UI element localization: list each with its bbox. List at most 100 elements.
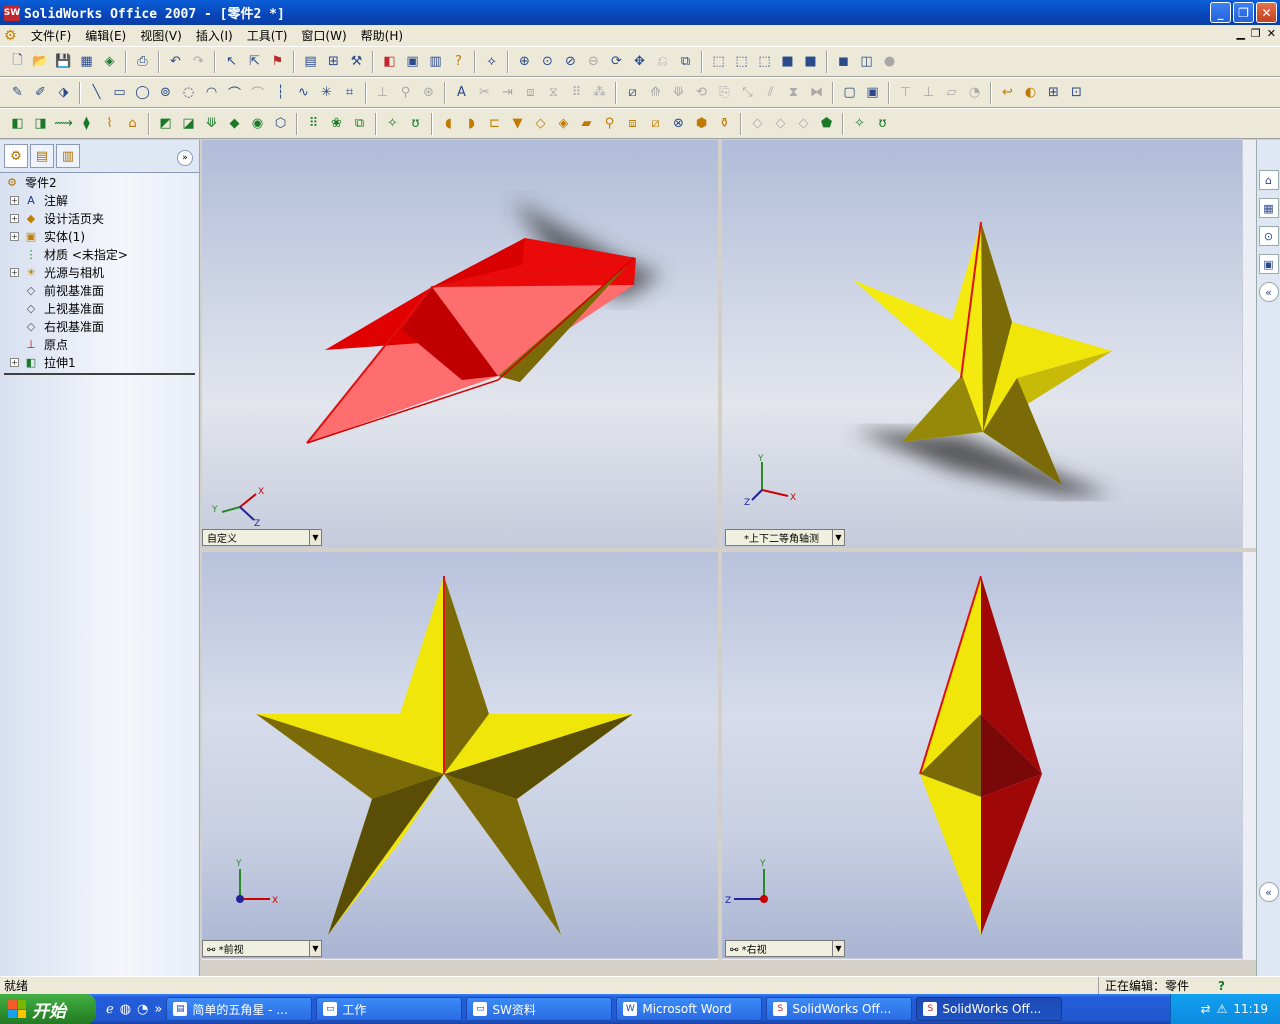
smart-dimension-icon[interactable]: ⬗ <box>54 83 74 103</box>
rotate-view-icon[interactable]: ⟳ <box>607 52 627 72</box>
menu-edit[interactable]: 编辑(E) <box>78 27 133 44</box>
viewport-bottom-right[interactable]: Y Z ⚯ *右视 ▼ <box>722 552 1256 960</box>
tree-item[interactable]: ⊥ 原点 <box>4 335 199 353</box>
taskbar-button-word[interactable]: W Microsoft Word <box>616 997 763 1021</box>
menu-window[interactable]: 窗口(W) <box>294 27 353 44</box>
sketch-fillet-icon[interactable]: ⌒ <box>248 83 268 103</box>
layout-icon[interactable]: ▣ <box>403 52 423 72</box>
freeform-icon[interactable]: ⧄ <box>646 114 666 134</box>
extruded-boss-icon[interactable]: ◧ <box>8 114 28 134</box>
split-icon[interactable]: ⬢ <box>692 114 712 134</box>
ie-icon[interactable]: ℯ <box>106 1002 114 1017</box>
hole-wizard-icon[interactable]: ◉ <box>248 114 268 134</box>
sketch-text-icon[interactable]: ⌗ <box>340 83 360 103</box>
offset-icon[interactable]: ⧈ <box>521 83 541 103</box>
chevron-down-icon[interactable]: ▼ <box>309 530 321 545</box>
viewport-top-left[interactable]: Y X Z 自定义 ▼ <box>202 140 720 548</box>
previous-view-icon[interactable]: ⎌ <box>653 52 673 72</box>
tree-item[interactable]: ◇ 前视基准面 <box>4 281 199 299</box>
flex-icon[interactable]: ◈ <box>554 114 574 134</box>
view-selector-top-right[interactable]: *上下二等角轴测 ▼ <box>725 529 845 546</box>
view-selector-bottom-right[interactable]: ⚯ *右视 ▼ <box>725 940 845 957</box>
taskbar-button-folder-work[interactable]: ▭ 工作 <box>316 997 463 1021</box>
doc-close-icon[interactable]: ✕ <box>1267 27 1276 40</box>
curves-feature-icon[interactable]: ʊ <box>406 114 426 134</box>
save-icon[interactable]: 💾 <box>54 52 74 72</box>
helix-icon[interactable]: ʊ <box>873 114 893 134</box>
select-filter-icon[interactable]: ⇱ <box>245 52 265 72</box>
spline-icon[interactable]: ∿ <box>294 83 314 103</box>
configuration-manager-tab-icon[interactable]: ▥ <box>56 144 80 168</box>
tree-item[interactable]: ◇ 上视基准面 <box>4 299 199 317</box>
chevron-down-icon[interactable]: ▼ <box>832 941 844 956</box>
rib-icon[interactable]: ⊏ <box>485 114 505 134</box>
tree-root[interactable]: ⚙ 零件2 <box>4 173 199 191</box>
circular-pattern-icon[interactable]: ⁂ <box>590 83 610 103</box>
menu-view[interactable]: 视图(V) <box>133 27 189 44</box>
3d-content-icon[interactable]: ◧ <box>380 52 400 72</box>
sketch-icon[interactable]: ✎ <box>8 83 28 103</box>
vertical-scrollbar[interactable] <box>1242 552 1256 960</box>
star-face[interactable] <box>920 774 981 935</box>
shaded-edges-icon[interactable]: ■ <box>778 52 798 72</box>
expand-toggle-icon[interactable]: + <box>10 357 19 367</box>
split-entities-icon[interactable]: ⫽ <box>761 83 781 103</box>
options-icon[interactable]: ◈ <box>100 52 120 72</box>
trim-icon[interactable]: ✂ <box>475 83 495 103</box>
mirror-feature-icon[interactable]: ⧉ <box>350 114 370 134</box>
modify-sketch-icon[interactable]: ⧓ <box>807 83 827 103</box>
tree-item[interactable]: + A 注解 <box>4 191 199 209</box>
section-view-icon[interactable]: ◫ <box>857 52 877 72</box>
move-copy-body-icon[interactable]: ⚱ <box>715 114 735 134</box>
new-file-icon[interactable]: 🗋 <box>8 52 28 72</box>
home-icon[interactable]: ⌂ <box>1258 170 1279 190</box>
viewport-bottom-left[interactable]: Y X ⚯ *前视 ▼ <box>202 552 720 960</box>
link-views-icon[interactable]: ⚯ <box>730 945 738 956</box>
surface-icon-3[interactable]: ◇ <box>794 114 814 134</box>
surface-icon-4[interactable]: ⬟ <box>817 114 837 134</box>
lofted-cut-icon[interactable]: ◆ <box>225 114 245 134</box>
3d-sketch-icon[interactable]: ✐ <box>31 83 51 103</box>
restore-button[interactable]: ❐ <box>1233 2 1254 23</box>
convert-entities-icon[interactable]: ⧄ <box>623 83 643 103</box>
view-selector-top-left[interactable]: 自定义 ▼ <box>202 529 322 546</box>
chamfer-icon[interactable]: ◗ <box>462 114 482 134</box>
revolved-cut-icon[interactable]: ◪ <box>179 114 199 134</box>
dome-icon[interactable]: ⌂ <box>123 114 143 134</box>
open-file-icon[interactable]: 📂 <box>31 52 51 72</box>
star-face[interactable] <box>981 774 1042 935</box>
rollback-bar[interactable] <box>4 373 195 375</box>
linear-pattern-feature-icon[interactable]: ⠿ <box>304 114 324 134</box>
horizontal-scrollbar[interactable] <box>202 958 718 960</box>
horizontal-scrollbar[interactable] <box>722 958 1242 960</box>
display-relations-icon[interactable]: ⚲ <box>396 83 416 103</box>
start-button[interactable]: 开始 <box>0 994 96 1024</box>
menu-help[interactable]: 帮助(H) <box>354 27 410 44</box>
solidworks-app-icon[interactable]: SW <box>4 4 20 21</box>
expand-toggle-icon[interactable]: + <box>10 231 19 241</box>
circle-icon[interactable]: ◯ <box>133 83 153 103</box>
taskbar-button-solidworks-2[interactable]: S SolidWorks Off... <box>916 997 1063 1021</box>
properties-icon[interactable]: ▤ <box>301 52 321 72</box>
collapse-pane-icon[interactable]: « <box>1258 282 1279 302</box>
hidden-lines-removed-icon[interactable]: ⬚ <box>755 52 775 72</box>
doc-minimize-icon[interactable]: ▁ <box>1236 27 1244 40</box>
tree-item[interactable]: + ▣ 实体(1) <box>4 227 199 245</box>
surface-icon-2[interactable]: ◇ <box>771 114 791 134</box>
menu-tools[interactable]: 工具(T) <box>240 27 295 44</box>
block-icon[interactable]: ▣ <box>863 83 883 103</box>
snap-icon[interactable]: ⊡ <box>1067 83 1087 103</box>
viewport-top-right[interactable]: Y X Z *上下二等角轴测 ▼ <box>722 140 1256 548</box>
intersection-curve-icon[interactable]: ⟰ <box>646 83 666 103</box>
property-manager-tab-icon[interactable]: ▤ <box>30 144 54 168</box>
curves-icon[interactable]: ↩ <box>998 83 1018 103</box>
tree-item[interactable]: + ☀ 光源与相机 <box>4 263 199 281</box>
centerline-icon[interactable]: ┆ <box>271 83 291 103</box>
mirror-icon[interactable]: ⧖ <box>544 83 564 103</box>
repair-sketch-icon[interactable]: ⊛ <box>419 83 439 103</box>
view-palette-icon[interactable]: ▣ <box>1258 254 1279 274</box>
taskbar-button-solidworks-1[interactable]: S SolidWorks Off... <box>766 997 913 1021</box>
toolbox-icon[interactable]: ⚒ <box>347 52 367 72</box>
tree-item[interactable]: + ◆ 设计活页夹 <box>4 209 199 227</box>
align-icon[interactable]: ⊥ <box>919 83 939 103</box>
